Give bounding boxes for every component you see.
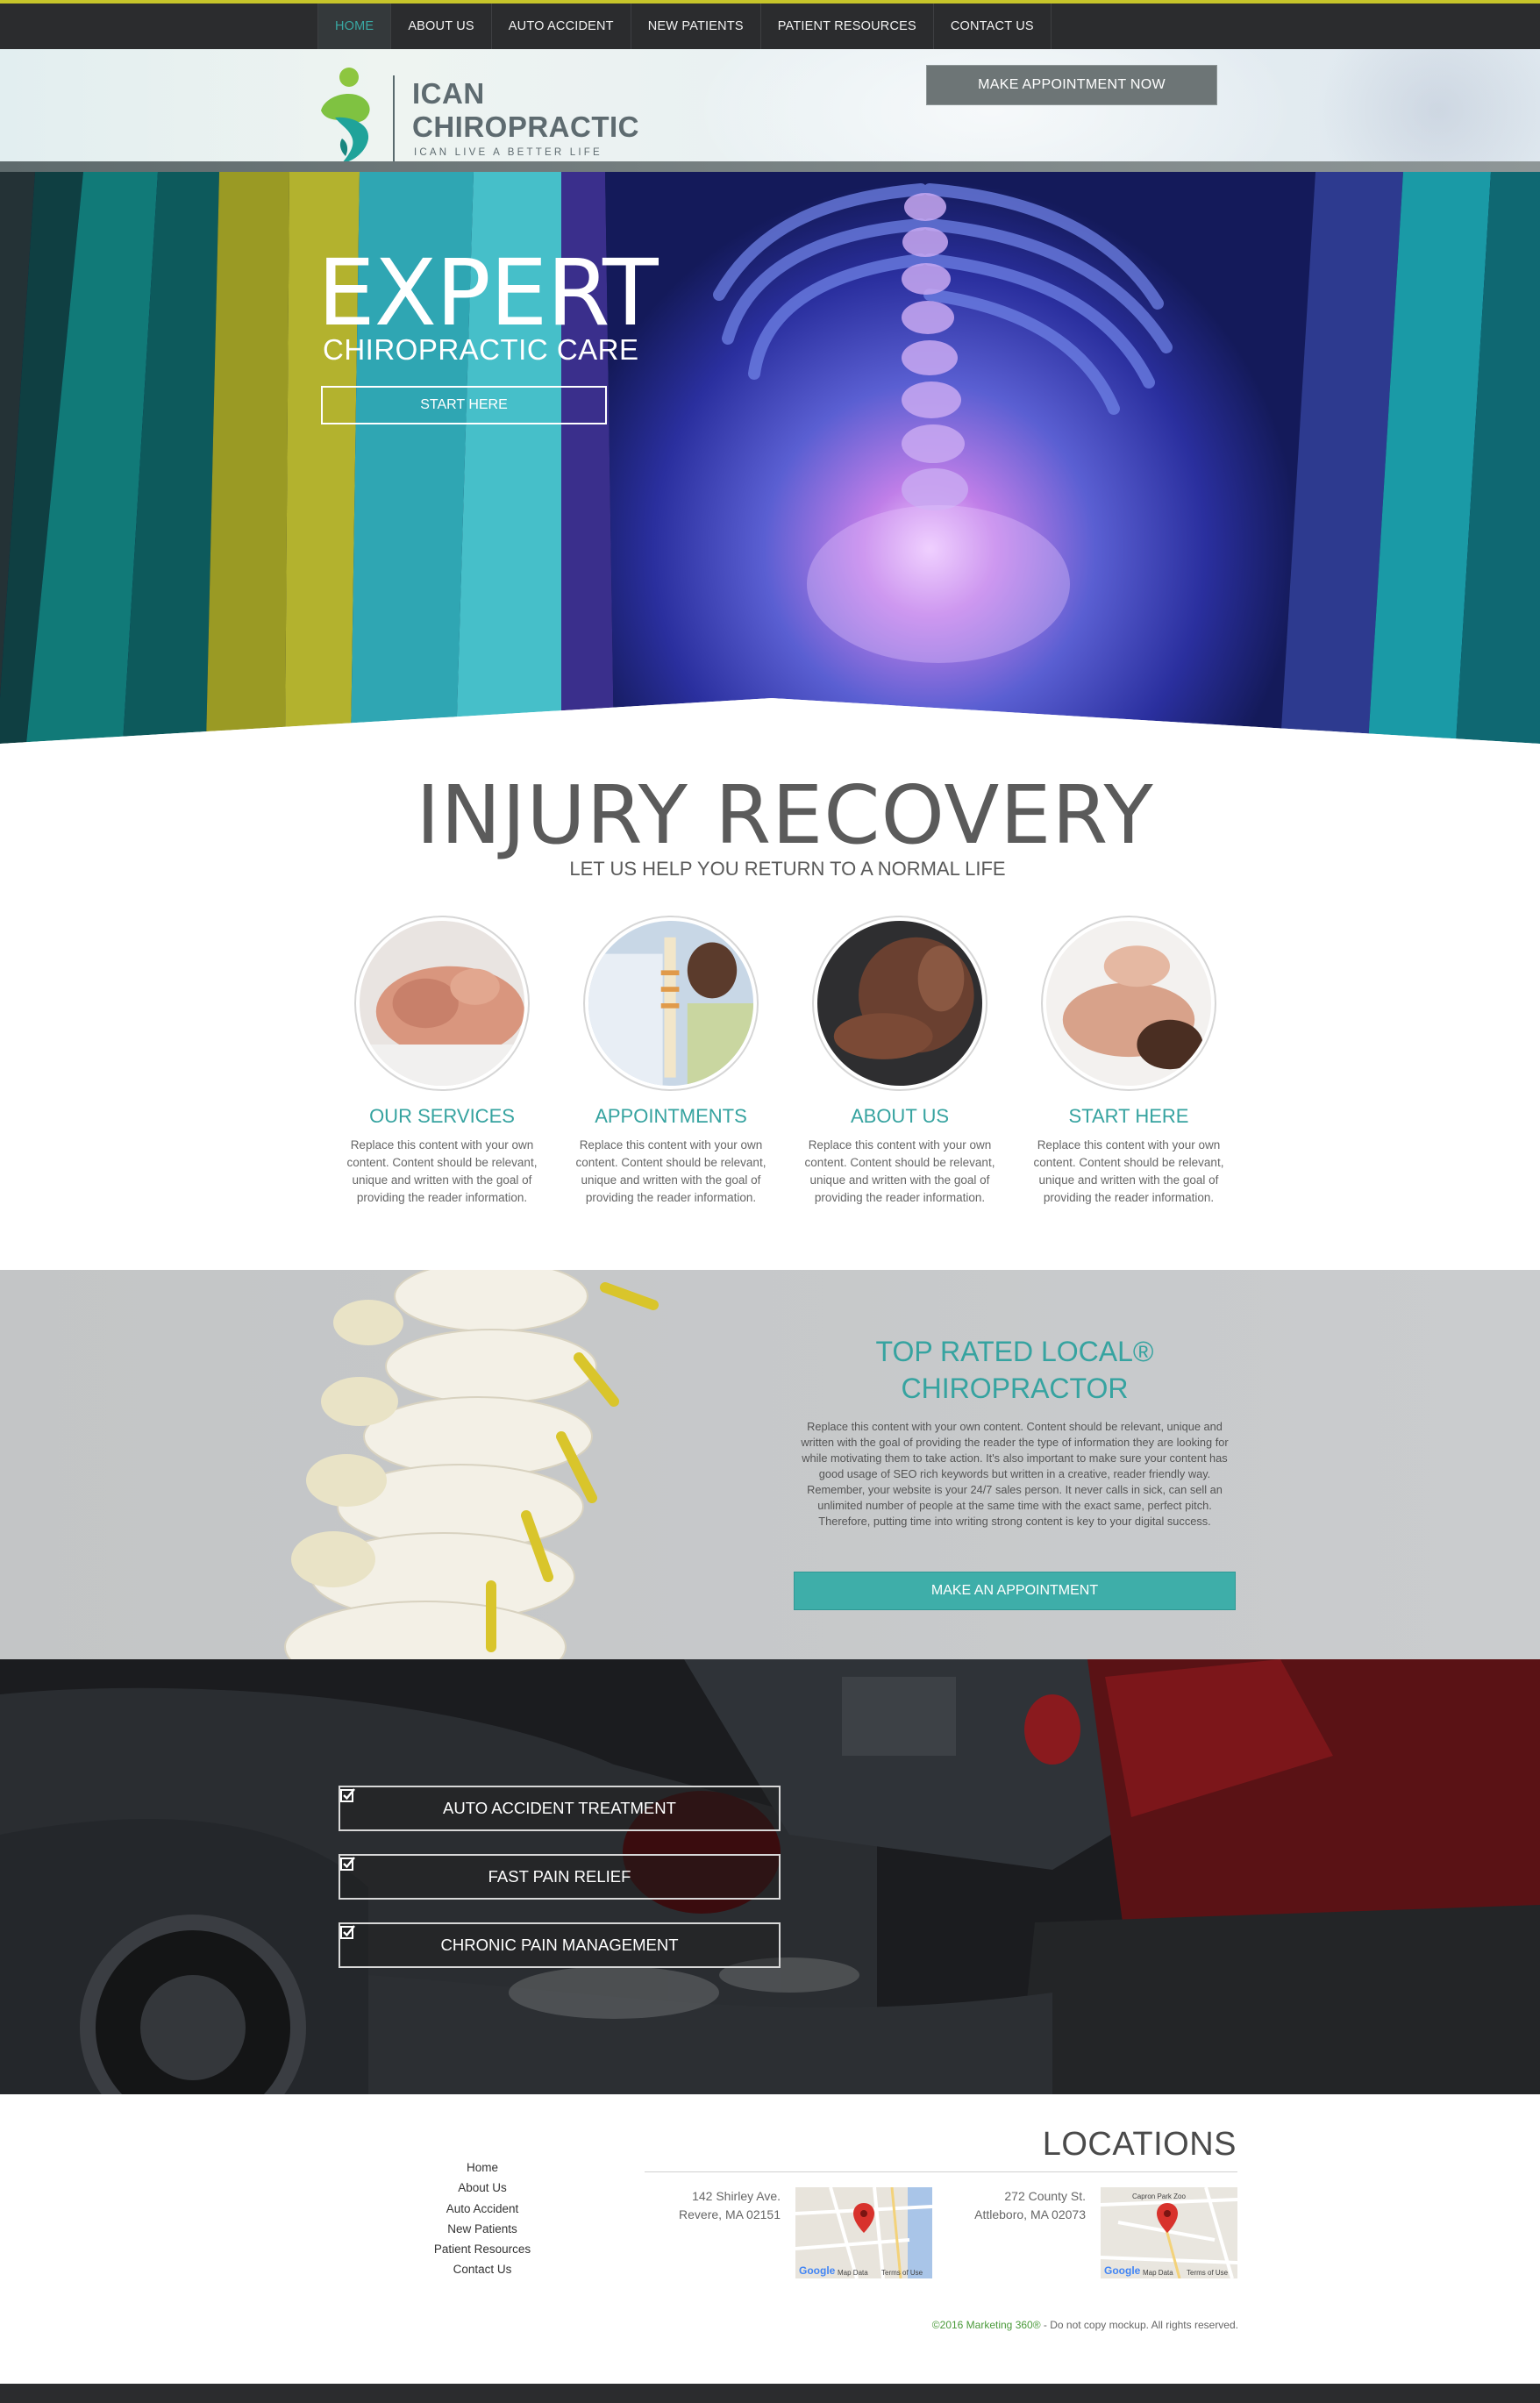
location-address-attleboro: 272 County St. Attleboro, MA 02073 [910, 2187, 1086, 2224]
feature-title[interactable]: Our Services [337, 1105, 547, 1128]
footer-link-auto-accident[interactable]: Auto Accident [386, 2199, 579, 2219]
hero-title: EXPERT [317, 239, 659, 346]
hero-background-spine-image [0, 172, 1540, 744]
section-title: INJURY RECOVERY [416, 768, 1154, 862]
nav-item-contact-us[interactable]: Contact Us [932, 4, 1052, 49]
feature-about-us: About Us Replace this content with your … [795, 916, 1005, 1207]
locations-divider [645, 2171, 1237, 2172]
address-street: 142 Shirley Ave. [692, 2189, 781, 2203]
feature-title[interactable]: Start Here [1023, 1105, 1234, 1128]
address-city: Revere, MA 02151 [679, 2207, 781, 2221]
feature-text: Replace this content with your own conte… [1033, 1138, 1224, 1204]
feature-image-back-massage[interactable] [354, 916, 530, 1091]
map-terms-link[interactable]: Terms of Use [881, 2269, 923, 2277]
top-rated-title-line2: Chiropractor [901, 1373, 1129, 1404]
feature-appointments: Appointments Replace this content with y… [566, 916, 776, 1207]
logo-text-chiropractic: CHIROPRACTIC [412, 111, 639, 143]
checkbox-icon [340, 1788, 355, 1802]
feature-text: Replace this content with your own conte… [804, 1138, 995, 1204]
nav-item-new-patients[interactable]: New Patients [630, 4, 760, 49]
treatment-label: Chronic Pain Management [440, 1936, 679, 1954]
treatment-label: Fast Pain Relief [488, 1867, 631, 1886]
injury-recovery-section: INJURY RECOVERY Let us help you return t… [0, 744, 1540, 1270]
logo-divider [393, 75, 395, 167]
logo-text-ican: ICAN [412, 77, 485, 110]
copyright-notice: ©2016 Marketing 360® - Do not copy mocku… [702, 2319, 1238, 2331]
spine-model-image [0, 1270, 1540, 1659]
feature-text: Replace this content with your own conte… [575, 1138, 766, 1204]
fast-pain-relief-button[interactable]: Fast Pain Relief [339, 1854, 781, 1900]
top-rated-title: Top Rated Local® Chiropractor [794, 1333, 1236, 1407]
top-rated-section: Top Rated Local® Chiropractor Replace th… [0, 1270, 1540, 1659]
header-background-shadow [1315, 49, 1540, 172]
start-here-button[interactable]: Start Here [321, 386, 607, 424]
make-appointment-now-button[interactable]: Make Appointment Now [926, 65, 1217, 105]
chronic-pain-management-button[interactable]: Chronic Pain Management [339, 1922, 781, 1968]
locations-title: LOCATIONS [1042, 2126, 1237, 2163]
feature-title[interactable]: About Us [795, 1105, 1005, 1128]
copyright-brand-link[interactable]: ©2016 Marketing 360® [932, 2319, 1041, 2331]
address-street: 272 County St. [1004, 2189, 1086, 2203]
feature-title[interactable]: Appointments [566, 1105, 776, 1128]
map-place-label: Capron Park Zoo [1132, 2193, 1186, 2200]
treatment-label: Auto Accident Treatment [443, 1799, 676, 1817]
copyright-text: - Do not copy mockup. All rights reserve… [1040, 2319, 1238, 2331]
section-subtitle: Let us help you return to a normal life [569, 858, 1006, 880]
logo-person-icon [321, 68, 370, 163]
logo-tagline: ICAN LIVE A BETTER LIFE [414, 147, 602, 158]
nav-item-auto-accident[interactable]: Auto Accident [490, 4, 631, 49]
site-logo[interactable]: ICAN CHIROPRACTIC ICAN LIVE A BETTER LIF… [316, 65, 639, 170]
feature-text: Replace this content with your own conte… [346, 1138, 538, 1204]
make-an-appointment-button[interactable]: Make An Appointment [794, 1572, 1236, 1610]
feature-start-here: Start Here Replace this content with you… [1023, 916, 1234, 1207]
feature-our-services: Our Services Replace this content with y… [337, 916, 547, 1207]
map-attleboro[interactable]: Capron Park Zoo Google Map Data Terms of… [1101, 2187, 1237, 2278]
feature-image-doctor-spine[interactable] [583, 916, 759, 1091]
footer-link-contact-us[interactable]: Contact Us [386, 2259, 579, 2279]
top-navigation: Home About Us Auto Accident New Patients… [0, 0, 1540, 49]
feature-image-shoulder-treatment[interactable] [1041, 916, 1216, 1091]
map-data-link[interactable]: Map Data [838, 2269, 868, 2277]
footer-link-patient-resources[interactable]: Patient Resources [386, 2239, 579, 2259]
nav-item-about-us[interactable]: About Us [390, 4, 490, 49]
feature-image-neck-pain[interactable] [812, 916, 987, 1091]
google-logo: Google [799, 2264, 836, 2277]
location-address-revere: 142 Shirley Ave. Revere, MA 02151 [605, 2187, 781, 2224]
address-city: Attleboro, MA 02073 [974, 2207, 1086, 2221]
map-terms-link[interactable]: Terms of Use [1187, 2269, 1228, 2277]
auto-accident-treatment-button[interactable]: Auto Accident Treatment [339, 1786, 781, 1831]
bottom-bar [0, 2384, 1540, 2403]
site-footer: Home About Us Auto Accident New Patients… [0, 2094, 1540, 2384]
main-menu: Home About Us Auto Accident New Patients… [317, 4, 1052, 49]
google-logo: Google [1104, 2264, 1141, 2277]
nav-item-home[interactable]: Home [317, 4, 391, 49]
checkbox-icon [340, 1857, 355, 1871]
top-rated-title-line1: Top Rated Local® [875, 1336, 1154, 1367]
header-bottom-strip [0, 161, 1540, 172]
nav-item-patient-resources[interactable]: Patient Resources [759, 4, 933, 49]
footer-link-home[interactable]: Home [386, 2157, 579, 2178]
footer-link-new-patients[interactable]: New Patients [386, 2219, 579, 2239]
top-rated-body: Replace this content with your own conte… [801, 1420, 1229, 1528]
hero-banner: EXPERT Chiropractic Care Start Here [0, 172, 1540, 744]
hero-subtitle: Chiropractic Care [323, 333, 639, 366]
map-data-link[interactable]: Map Data [1143, 2269, 1173, 2277]
checkbox-icon [340, 1925, 355, 1939]
footer-link-about-us[interactable]: About Us [386, 2178, 579, 2198]
auto-accident-section: Auto Accident Treatment Fast Pain Relief… [0, 1659, 1540, 2094]
site-header: ICAN CHIROPRACTIC ICAN LIVE A BETTER LIF… [0, 49, 1540, 172]
footer-navigation: Home About Us Auto Accident New Patients… [386, 2157, 579, 2280]
